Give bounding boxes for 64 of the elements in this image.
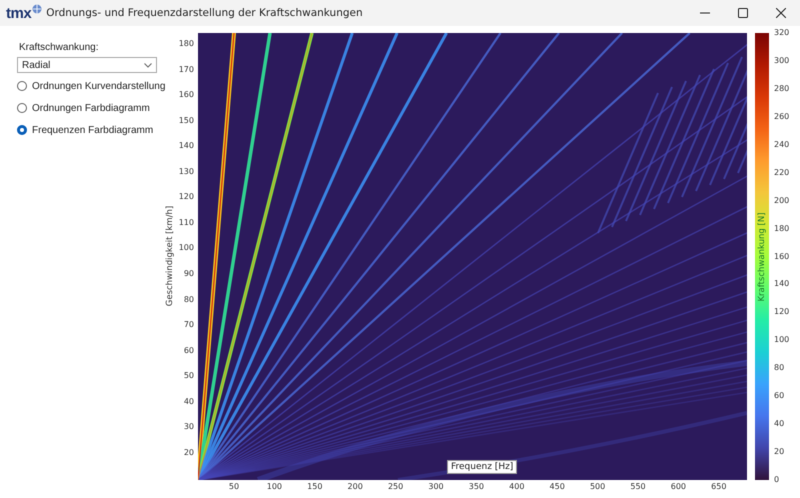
y-tick-label: 140 (178, 140, 194, 152)
x-axis-label: Frequenz [Hz] (447, 460, 518, 474)
y-tick-label: 170 (178, 64, 194, 76)
dropdown[interactable]: Radial (17, 57, 157, 73)
x-tick-label: 150 (307, 482, 322, 491)
colorbar-tick-label: 280 (774, 82, 790, 95)
x-tick-label: 600 (670, 482, 686, 491)
y-tick-label: 40 (184, 396, 194, 408)
y-tick-label: 50 (184, 370, 194, 382)
colorbar-tick-label: 160 (774, 250, 790, 263)
colorbar-tick-label: 20 (774, 446, 784, 458)
radio-button[interactable] (17, 103, 27, 113)
y-axis-label: Geschwindigkeit [km/h] (165, 204, 175, 308)
x-tick-label: 100 (266, 482, 282, 491)
colorbar-tick-label: 40 (774, 418, 784, 430)
close-icon (776, 8, 786, 18)
dropdown-label: Kraftschwankung: (19, 42, 100, 53)
x-tick-label: 550 (630, 482, 646, 491)
colorbar-tick-label: 300 (774, 54, 790, 67)
radio-option[interactable]: Frequenzen Farbdiagramm (17, 123, 154, 137)
y-tick-label: 20 (184, 446, 194, 459)
colorbar-tick-label: 100 (774, 334, 790, 346)
y-tick-label: 80 (184, 294, 194, 306)
x-tick-label: 500 (590, 482, 606, 491)
y-tick-label: 60 (184, 344, 194, 357)
x-tick-label: 400 (509, 482, 524, 491)
colorbar-tick-label: 200 (774, 194, 790, 207)
app-logo: tmx (6, 4, 32, 22)
radio-option[interactable]: Ordnungen Farbdiagramm (17, 101, 150, 115)
x-tick-label: 50 (228, 482, 240, 491)
globe-icon (32, 4, 42, 14)
window-title: Ordnungs- und Frequenzdarstellung der Kraftschwankungen (46, 7, 363, 19)
x-tick-label: 650 (711, 482, 726, 491)
colorbar-tick-label: 320 (774, 27, 790, 39)
radio-option[interactable]: Ordnungen Kurvendarstellung (17, 79, 166, 93)
maximize-icon (738, 8, 748, 18)
radio-button[interactable] (17, 81, 27, 91)
y-tick-label: 130 (178, 166, 194, 178)
y-tick-label: 70 (184, 319, 194, 332)
x-tick-label: 350 (468, 482, 484, 491)
x-tick-label: 450 (550, 482, 565, 491)
chevron-down-icon (144, 62, 152, 68)
y-tick-label: 100 (178, 242, 194, 254)
y-tick-label: 150 (178, 114, 194, 127)
colorbar-tick-label: 0 (774, 474, 780, 486)
colorbar-tick-label: 120 (774, 306, 790, 318)
x-tick-label: 250 (388, 482, 404, 491)
colorbar-tick-label: 260 (774, 110, 790, 123)
colorbar-tick-label: 80 (774, 362, 784, 374)
y-tick-label: 90 (184, 268, 194, 280)
radio-button[interactable] (17, 125, 27, 135)
colorbar-tick-label: 240 (774, 138, 790, 151)
colorbar-label: Kraftschwankung [N] (757, 212, 767, 304)
colorbar-tick-label: 140 (774, 278, 790, 290)
x-tick-label: 200 (348, 482, 363, 491)
colorbar-tick-label: 180 (774, 222, 790, 235)
y-tick-label: 30 (184, 421, 194, 434)
y-tick-label: 120 (178, 191, 194, 204)
colorbar-tick-label: 60 (774, 390, 784, 402)
colorbar-tick-label: 220 (774, 166, 790, 179)
y-tick-label: 160 (178, 89, 194, 102)
y-tick-label: 110 (178, 216, 194, 229)
x-tick-label: 300 (428, 482, 444, 491)
y-tick-label: 180 (178, 38, 194, 50)
